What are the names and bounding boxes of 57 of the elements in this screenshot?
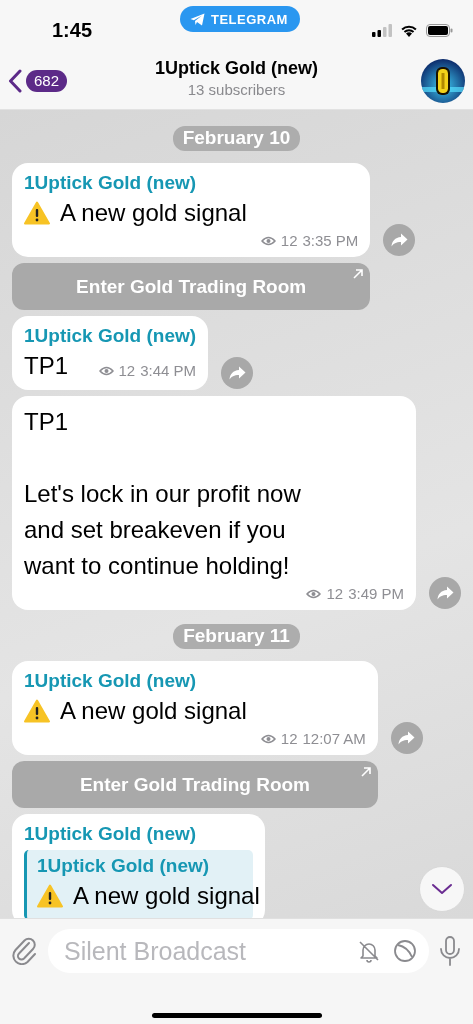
sender-name: 1Uptick Gold (new)	[24, 171, 198, 195]
message-time: 3:44 PM	[140, 361, 197, 381]
forward-button[interactable]	[429, 577, 461, 609]
app-pill[interactable]: TELEGRAM	[180, 6, 300, 32]
attach-button[interactable]	[12, 937, 38, 965]
message-time: 3:35 PM	[302, 231, 359, 251]
eye-icon	[260, 236, 276, 246]
share-arrow-icon	[390, 233, 408, 247]
external-arrow-icon	[360, 767, 371, 777]
back-button[interactable]: 682	[8, 68, 68, 93]
paperclip-icon	[12, 937, 38, 965]
share-arrow-icon	[398, 731, 416, 745]
back-chevron-icon	[8, 68, 22, 93]
inline-link-button[interactable]: Enter Gold Trading Room	[12, 761, 378, 808]
inline-link-button[interactable]: Enter Gold Trading Room	[12, 263, 371, 310]
microphone-button[interactable]	[439, 936, 461, 966]
sender-name: 1Uptick Gold (new)	[24, 822, 198, 846]
forward-button[interactable]	[390, 722, 423, 754]
eye-icon	[306, 589, 322, 599]
quote-text: A new gold signal	[73, 881, 260, 911]
channel-avatar[interactable]	[421, 58, 465, 103]
forward-button[interactable]	[383, 224, 416, 256]
message-field[interactable]: Silent Broadcast	[48, 929, 429, 973]
eye-icon	[98, 366, 114, 376]
share-arrow-icon	[228, 366, 246, 380]
sender-name: 1Uptick Gold (new)	[24, 669, 198, 693]
view-count: 12	[326, 584, 344, 604]
message-text: A new gold signal	[60, 198, 247, 228]
subscriber-count: 13 subscribers	[187, 81, 286, 98]
signal-icon	[372, 23, 392, 37]
eye-icon	[260, 734, 276, 744]
paper-plane-icon	[190, 12, 205, 26]
message-text: TP1	[24, 351, 68, 381]
view-count: 12	[280, 729, 298, 749]
wifi-icon	[400, 23, 418, 37]
external-arrow-icon	[353, 269, 364, 279]
battery-icon	[426, 23, 453, 37]
view-count: 12	[118, 361, 136, 381]
view-count: 12	[280, 231, 298, 251]
sticker-icon[interactable]	[393, 939, 417, 963]
message-text: A new gold signal	[60, 696, 247, 726]
unread-count-badge: 682	[26, 69, 68, 92]
sender-name: 1Uptick Gold (new)	[24, 324, 197, 348]
microphone-icon	[439, 936, 461, 966]
channel-title: 1Uptick Gold (new)	[155, 58, 318, 79]
forward-button[interactable]	[221, 357, 254, 389]
chevron-down-icon	[431, 883, 453, 895]
quote-sender: 1Uptick Gold (new)	[37, 854, 211, 878]
message-time: 3:49 PM	[348, 584, 404, 604]
message-text: TP1 Let's lock in our profit now and set breakeven if you want to continue holding!	[24, 407, 301, 581]
status-time: 1:45	[52, 18, 93, 42]
date-label: February 11	[173, 624, 300, 649]
share-arrow-icon	[436, 586, 454, 600]
bell-off-icon[interactable]	[357, 939, 381, 963]
date-label: February 10	[172, 126, 301, 151]
message-time: 12:07 AM	[302, 729, 366, 749]
message-input[interactable]: Silent Broadcast	[64, 936, 345, 966]
